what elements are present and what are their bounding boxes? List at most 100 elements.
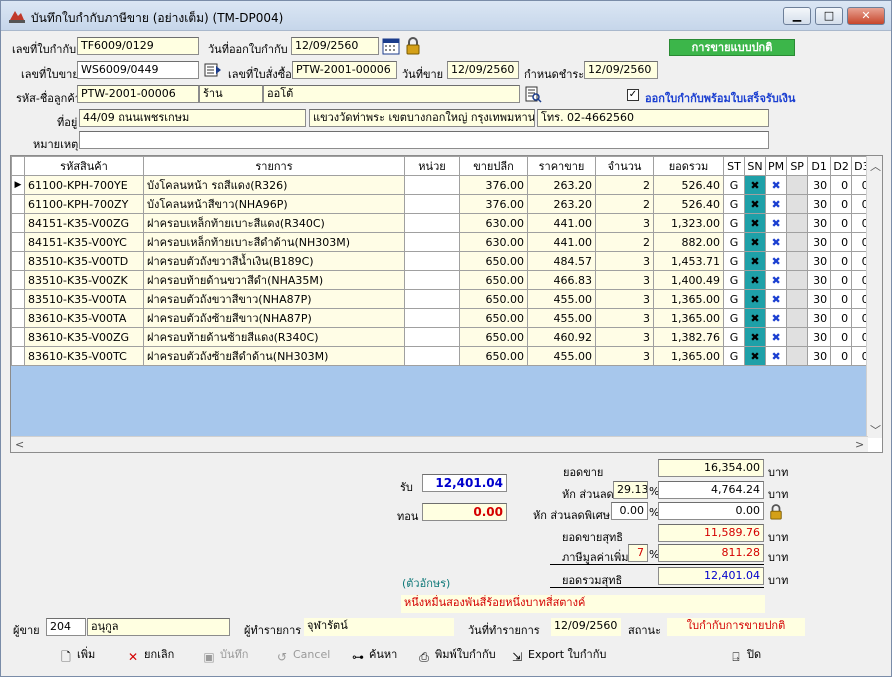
grid-vertical-scrollbar[interactable]: ︿ ﹀ [866, 156, 882, 438]
cell-code[interactable]: 83610-K35-V00ZG [24, 327, 144, 347]
cell-total[interactable]: 526.40 [653, 175, 724, 195]
add-button[interactable]: 🗋 เพิ่ม [59, 646, 95, 664]
address1-field[interactable]: 44/09 ถนนเพชรเกษม [79, 109, 306, 127]
col-header[interactable]: ราคาขาย [527, 156, 596, 176]
cell-pm[interactable]: ✖ [764, 232, 788, 252]
cell-sp[interactable] [786, 308, 809, 328]
row-selector[interactable] [11, 194, 25, 214]
cell-d2[interactable]: 0 [830, 251, 853, 271]
cell-unit[interactable] [404, 175, 460, 195]
col-header[interactable]: SP [786, 156, 809, 176]
cell-retail[interactable]: 650.00 [459, 289, 528, 309]
cell-unit[interactable] [404, 194, 460, 214]
cell-price[interactable]: 484.57 [527, 251, 596, 271]
cell-sn[interactable]: ✖ [744, 194, 766, 214]
scroll-left-icon[interactable]: < [15, 438, 24, 451]
table-row[interactable]: 83610-K35-V00TC ฝาครอบตัวถังซ้ายสีดำด้าน(… [11, 346, 873, 366]
cell-code[interactable]: 83510-K35-V00ZK [24, 270, 144, 290]
table-row[interactable]: 83510-K35-V00ZK ฝาครอบท้ายด้านขวาสีดำ(NHA… [11, 270, 873, 290]
cell-code[interactable]: 83510-K35-V00TA [24, 289, 144, 309]
cell-total[interactable]: 1,323.00 [653, 213, 724, 233]
cancel-document-button[interactable]: ✕ ยกเลิก [126, 646, 174, 664]
cell-retail[interactable]: 650.00 [459, 327, 528, 347]
sale-no-field[interactable]: WS6009/0449 [77, 61, 199, 79]
cell-price[interactable]: 263.20 [527, 194, 596, 214]
minimize-button[interactable]: ▁ [783, 7, 811, 25]
col-header[interactable]: SN [744, 156, 766, 176]
cell-price[interactable]: 455.00 [527, 289, 596, 309]
row-selector[interactable] [11, 346, 25, 366]
cell-pm[interactable]: ✖ [764, 308, 788, 328]
cell-st[interactable]: G [723, 346, 745, 366]
row-selector[interactable]: ▶ [11, 175, 25, 195]
maximize-button[interactable]: □ [815, 7, 843, 25]
cell-sp[interactable] [786, 289, 809, 309]
cell-desc[interactable]: ฝาครอบเหล็กท้ายเบาะสีดำด้าน(NH303M) [143, 232, 405, 252]
col-header[interactable]: ขายปลีก [459, 156, 528, 176]
scroll-up-icon[interactable]: ︿ [870, 158, 881, 174]
discount-pct-field[interactable]: 29.13 [613, 481, 648, 499]
cell-st[interactable]: G [723, 251, 745, 271]
cell-qty[interactable]: 3 [595, 213, 654, 233]
cell-qty[interactable]: 3 [595, 346, 654, 366]
invoice-no-field[interactable]: TF6009/0129 [77, 37, 199, 55]
calendar-icon[interactable] [382, 37, 400, 55]
cell-desc[interactable]: บังโคลนหน้า รถสีแดง(R326) [143, 175, 405, 195]
cell-unit[interactable] [404, 308, 460, 328]
cancel-button[interactable]: ↺ Cancel [275, 646, 330, 664]
col-header[interactable]: D1 [807, 156, 832, 176]
cell-qty[interactable]: 2 [595, 175, 654, 195]
cell-qty[interactable]: 2 [595, 194, 654, 214]
print-button[interactable]: ⎙ พิมพ์ใบกำกับ [417, 646, 495, 664]
cell-d2[interactable]: 0 [830, 232, 853, 252]
cell-desc[interactable]: บังโคลนหน้าสีขาว(NHA96P) [143, 194, 405, 214]
cell-st[interactable]: G [723, 232, 745, 252]
cell-d2[interactable]: 0 [830, 175, 853, 195]
cell-code[interactable]: 83510-K35-V00TD [24, 251, 144, 271]
cell-d1[interactable]: 30 [807, 213, 832, 233]
cell-st[interactable]: G [723, 175, 745, 195]
cell-pm[interactable]: ✖ [764, 289, 788, 309]
row-selector[interactable] [11, 327, 25, 347]
cell-desc[interactable]: ฝาครอบตัวถังซ้ายสีขาว(NHA87P) [143, 308, 405, 328]
issue-date-field[interactable]: 12/09/2560 [291, 37, 379, 55]
cell-price[interactable]: 466.83 [527, 270, 596, 290]
export-button[interactable]: ⇲ Export ใบกำกับ [510, 646, 606, 664]
col-header[interactable]: D2 [830, 156, 853, 176]
table-row[interactable]: 84151-K35-V00YC ฝาครอบเหล็กท้ายเบาะสีดำด้… [11, 232, 873, 252]
cell-st[interactable]: G [723, 213, 745, 233]
close-button[interactable]: ⍈ ปิด [729, 646, 761, 664]
cell-unit[interactable] [404, 346, 460, 366]
cell-qty[interactable]: 3 [595, 327, 654, 347]
cell-sp[interactable] [786, 327, 809, 347]
cell-pm[interactable]: ✖ [764, 213, 788, 233]
cell-qty[interactable]: 3 [595, 289, 654, 309]
table-row[interactable]: 84151-K35-V00ZG ฝาครอบเหล็กท้ายเบาะสีแดง(… [11, 213, 873, 233]
table-row[interactable]: 83610-K35-V00TA ฝาครอบตัวถังซ้ายสีขาว(NHA… [11, 308, 873, 328]
cell-d1[interactable]: 30 [807, 289, 832, 309]
cell-sn[interactable]: ✖ [744, 289, 766, 309]
cell-d2[interactable]: 0 [830, 270, 853, 290]
cell-sp[interactable] [786, 213, 809, 233]
scroll-down-icon[interactable]: ﹀ [870, 422, 881, 438]
cell-total[interactable]: 526.40 [653, 194, 724, 214]
cell-st[interactable]: G [723, 289, 745, 309]
cell-retail[interactable]: 650.00 [459, 308, 528, 328]
customer-prefix-field[interactable]: ร้าน [199, 85, 263, 103]
cell-sn[interactable]: ✖ [744, 175, 766, 195]
table-row[interactable]: 83510-K35-V00TD ฝาครอบตัวถังขวาสีน้ำเงิน(… [11, 251, 873, 271]
cell-sp[interactable] [786, 251, 809, 271]
cell-d2[interactable]: 0 [830, 289, 853, 309]
row-selector[interactable] [11, 232, 25, 252]
cell-price[interactable]: 441.00 [527, 232, 596, 252]
cell-st[interactable]: G [723, 308, 745, 328]
cell-unit[interactable] [404, 213, 460, 233]
cell-total[interactable]: 1,365.00 [653, 289, 724, 309]
save-button[interactable]: ▣ บันทึก [202, 646, 248, 664]
cell-pm[interactable]: ✖ [764, 346, 788, 366]
cell-d2[interactable]: 0 [830, 213, 853, 233]
address2-field[interactable]: แขวงวัดท่าพระ เขตบางกอกใหญ่ กรุงเทพมหานค… [309, 109, 535, 127]
cell-retail[interactable]: 650.00 [459, 346, 528, 366]
cell-sn[interactable]: ✖ [744, 213, 766, 233]
salesman-code-field[interactable]: 204 [46, 618, 86, 636]
